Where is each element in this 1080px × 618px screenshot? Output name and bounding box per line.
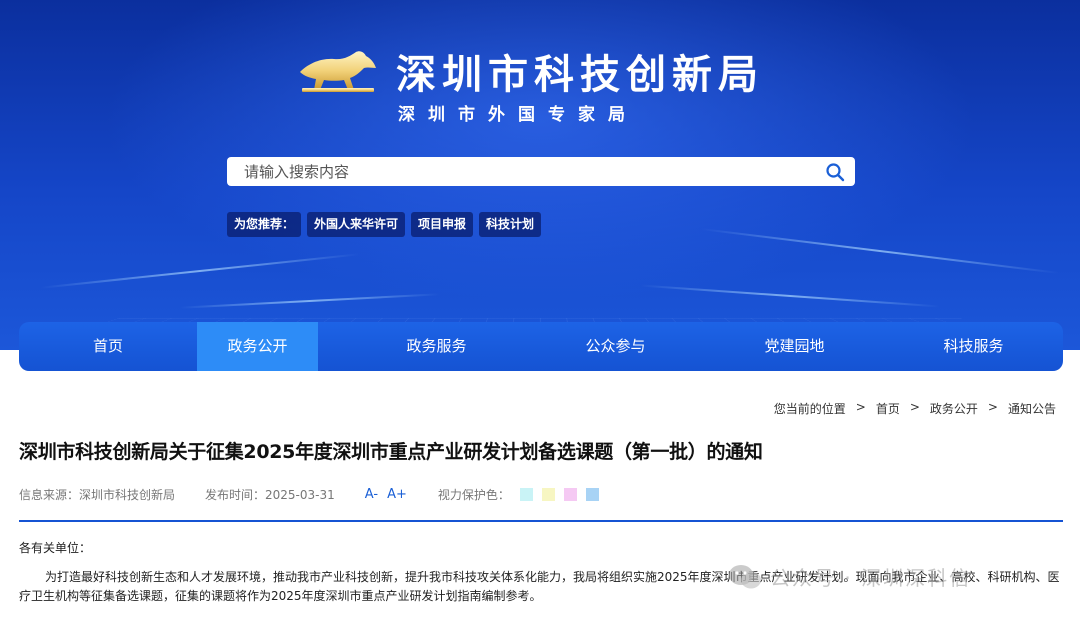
wechat-icon: [729, 564, 761, 588]
breadcrumb-separator: >: [909, 400, 920, 414]
breadcrumb-home[interactable]: 首页: [876, 400, 900, 417]
breadcrumb: 您当前的位置 > 首页 > 政务公开 > 通知公告: [774, 400, 1056, 417]
banner-streak: [640, 284, 940, 308]
banner-streak: [180, 293, 440, 309]
breadcrumb-government-affairs[interactable]: 政务公开: [930, 400, 978, 417]
recommend-item-foreigner-permit[interactable]: 外国人来华许可: [307, 212, 406, 237]
search-input[interactable]: [227, 157, 815, 186]
recommend-bar: 为您推荐： 外国人来华许可 项目申报 科技计划: [227, 212, 542, 237]
article-date: 发布时间：2025-03-31: [205, 488, 335, 502]
watermark: 公众号 · 深圳深科信: [728, 562, 971, 591]
nav-item-government-affairs[interactable]: 政务公开: [197, 322, 318, 371]
site-subtitle: 深圳市外国专家局: [398, 105, 638, 125]
nav-item-tech-services[interactable]: 科技服务: [913, 322, 1034, 371]
article-title: 深圳市科技创新局关于征集2025年度深圳市重点产业研发计划备选课题（第一批）的通…: [19, 441, 763, 463]
eye-care-swatch-blue[interactable]: [585, 488, 599, 501]
bull-icon: [300, 51, 376, 92]
recommend-label: 为您推荐：: [227, 212, 302, 237]
eye-care-swatch-pink[interactable]: [563, 488, 577, 501]
title-divider: [19, 520, 1063, 522]
article-salutation: 各有关单位：: [19, 541, 92, 555]
recommend-item-project-application[interactable]: 项目申报: [411, 212, 474, 237]
font-increase-button[interactable]: A+: [387, 487, 407, 502]
site-title: 深圳市科技创新局: [396, 52, 764, 98]
nav-item-party-building[interactable]: 党建园地: [676, 322, 913, 371]
nav-item-government-services[interactable]: 政务服务: [318, 322, 555, 371]
font-decrease-button[interactable]: A-: [365, 487, 378, 502]
site-logo[interactable]: 深圳市科技创新局 深圳市外国专家局: [298, 40, 798, 130]
eye-care-label: 视力保护色：: [437, 488, 510, 502]
breadcrumb-notices[interactable]: 通知公告: [1008, 400, 1056, 417]
nav-item-home[interactable]: 首页: [19, 322, 197, 371]
eye-care-swatch-yellow[interactable]: [541, 488, 555, 501]
search-bar: [227, 157, 855, 186]
header-banner: 深圳市科技创新局 深圳市外国专家局 为您推荐： 外国人来华许可 项目申报 科技计…: [0, 0, 1080, 350]
banner-streak: [701, 228, 1059, 274]
breadcrumb-separator: >: [987, 400, 998, 414]
main-nav: 首页 政务公开 政务服务 公众参与 党建园地 科技服务: [19, 322, 1063, 371]
banner-streak: [40, 253, 360, 289]
watermark-text: 公众号 · 深圳深科信: [770, 566, 972, 590]
search-icon[interactable]: [815, 157, 855, 186]
breadcrumb-prefix: 您当前的位置: [773, 402, 846, 416]
recommend-item-tech-plan[interactable]: 科技计划: [479, 212, 542, 237]
nav-item-public-participation[interactable]: 公众参与: [555, 322, 676, 371]
breadcrumb-separator: >: [855, 400, 866, 414]
article-source: 信息来源：深圳市科技创新局: [19, 488, 176, 502]
eye-care-swatch-cyan[interactable]: [519, 488, 533, 501]
article-meta: 信息来源：深圳市科技创新局 发布时间：2025-03-31 A- A+ 视力保护…: [19, 486, 608, 503]
